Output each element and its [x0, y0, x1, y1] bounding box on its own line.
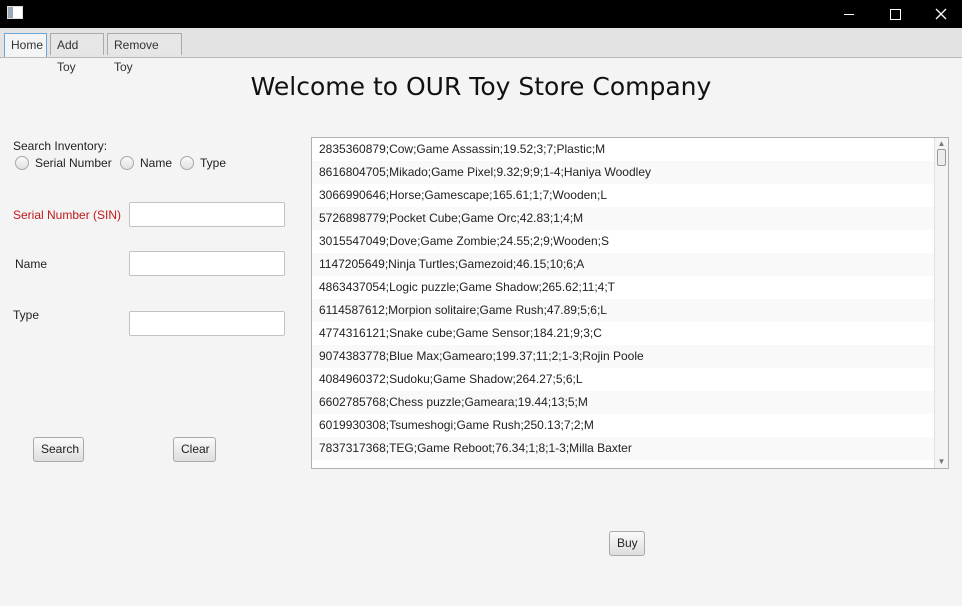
name-label: Name [15, 257, 48, 271]
list-item[interactable]: 6602785768;Chess puzzle;Gameara;19.44;13… [312, 391, 936, 414]
inventory-list[interactable]: 2835360879;Cow;Game Assassin;19.52;3;7;P… [311, 137, 949, 469]
search-button[interactable]: Search [33, 437, 84, 462]
scroll-thumb[interactable] [937, 149, 946, 166]
tab-bar: Home Add Toy Remove Toy [0, 28, 962, 74]
scroll-down-icon[interactable]: ▼ [937, 458, 946, 466]
page-title: Welcome to OUR Toy Store Company [250, 72, 712, 101]
maximize-icon[interactable] [872, 0, 918, 28]
radio-serial-label: Serial Number [35, 156, 112, 170]
radio-button[interactable] [15, 156, 29, 170]
radio-type-label: Type [200, 156, 227, 170]
radio-name[interactable]: Name [120, 155, 172, 171]
list-item[interactable]: 7837317368;TEG;Game Reboot;76.34;1;8;1-3… [312, 437, 936, 460]
radio-type[interactable]: Type [180, 155, 226, 171]
scroll-up-icon[interactable]: ▲ [937, 140, 946, 148]
app-icon [7, 6, 23, 19]
inventory-list-items: 2835360879;Cow;Game Assassin;19.52;3;7;P… [312, 138, 936, 460]
search-inventory-label: Search Inventory: [13, 139, 108, 153]
close-icon[interactable] [918, 0, 962, 28]
list-item[interactable]: 3015547049;Dove;Game Zombie;24.55;2;9;Wo… [312, 230, 936, 253]
list-item[interactable]: 3066990646;Horse;Gamescape;165.61;1;7;Wo… [312, 184, 936, 207]
list-item[interactable]: 4774316121;Snake cube;Game Sensor;184.21… [312, 322, 936, 345]
clear-button[interactable]: Clear [173, 437, 216, 462]
serial-number-input[interactable] [129, 202, 285, 227]
radio-serial-number[interactable]: Serial Number [15, 155, 112, 171]
minimize-icon[interactable] [826, 0, 872, 28]
list-item[interactable]: 5726898779;Pocket Cube;Game Orc;42.83;1;… [312, 207, 936, 230]
tab-remove-toy[interactable]: Remove Toy [107, 33, 182, 74]
type-label: Type [13, 308, 40, 322]
list-item[interactable]: 6114587612;Morpion solitaire;Game Rush;4… [312, 299, 936, 322]
tab-add-toy[interactable]: Add Toy [50, 33, 104, 74]
list-item[interactable]: 4084960372;Sudoku;Game Shadow;264.27;5;6… [312, 368, 936, 391]
type-input[interactable] [129, 311, 285, 336]
list-item[interactable]: 4863437054;Logic puzzle;Game Shadow;265.… [312, 276, 936, 299]
list-item[interactable]: 6019930308;Tsumeshogi;Game Rush;250.13;7… [312, 414, 936, 437]
list-item[interactable]: 9074383778;Blue Max;Gamearo;199.37;11;2;… [312, 345, 936, 368]
name-input[interactable] [129, 251, 285, 276]
radio-button[interactable] [180, 156, 194, 170]
radio-name-label: Name [140, 156, 173, 170]
tab-home[interactable]: Home [4, 33, 47, 57]
buy-button[interactable]: Buy [609, 531, 645, 556]
serial-number-label: Serial Number (SIN) [13, 208, 122, 222]
scrollbar[interactable]: ▲ ▼ [934, 138, 948, 468]
list-item[interactable]: 2835360879;Cow;Game Assassin;19.52;3;7;P… [312, 138, 936, 161]
title-bar [0, 0, 962, 28]
list-item[interactable]: 8616804705;Mikado;Game Pixel;9.32;9;9;1-… [312, 161, 936, 184]
list-item[interactable]: 1147205649;Ninja Turtles;Gamezoid;46.15;… [312, 253, 936, 276]
radio-button[interactable] [120, 156, 134, 170]
